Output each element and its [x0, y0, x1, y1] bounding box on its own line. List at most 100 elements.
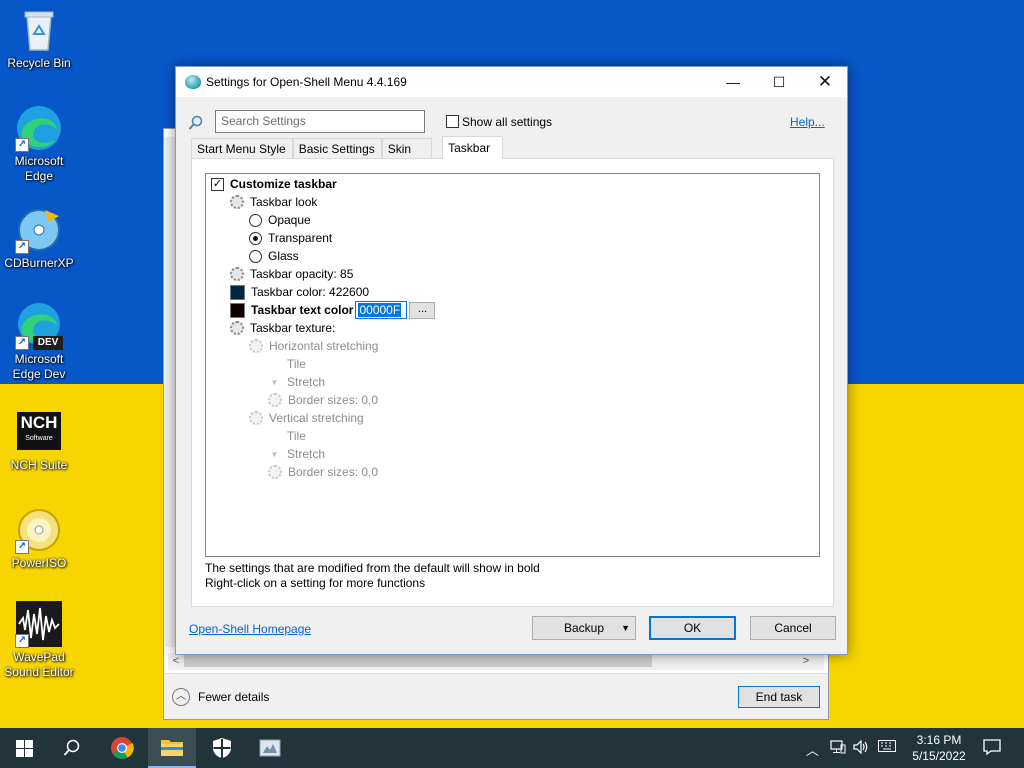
recycle-bin-icon — [15, 6, 63, 54]
desktop-icon-poweriso[interactable]: ↗ PowerISO — [0, 506, 78, 571]
search-input[interactable]: Search Settings — [215, 110, 425, 133]
show-all-settings-checkbox[interactable] — [446, 115, 459, 128]
desktop-icon-label: CDBurnerXP — [4, 256, 74, 270]
clock[interactable]: 3:16 PM 5/15/2022 — [900, 732, 978, 764]
fewer-details-button[interactable]: ︿ Fewer details — [172, 688, 269, 706]
clock-date: 5/15/2022 — [912, 749, 966, 763]
tree-item-customize-taskbar[interactable]: ✓ Customize taskbar — [211, 175, 337, 193]
tree-item-label: Glass — [268, 249, 299, 263]
end-task-button[interactable]: End task — [738, 686, 820, 708]
tree-item-label: Horizontal stretching — [269, 339, 379, 353]
dev-badge: DEV — [33, 336, 63, 350]
tree-item-label: Taskbar text color — [251, 303, 354, 317]
tree-item-h-stretch[interactable]: ▼ Stretch — [268, 373, 325, 391]
chrome-icon — [111, 737, 134, 759]
glass-radio[interactable] — [249, 249, 262, 263]
security-taskbar-button[interactable] — [198, 728, 246, 768]
search-taskbar-button[interactable] — [48, 728, 96, 768]
tree-item-opaque[interactable]: Opaque — [249, 211, 311, 229]
tree-item-label: Stretch — [287, 447, 326, 461]
network-icon[interactable] — [830, 740, 846, 757]
tree-item-h-border-sizes[interactable]: Border sizes: 0,0 — [268, 391, 378, 409]
cancel-button[interactable]: Cancel — [750, 616, 836, 640]
scroll-left-icon[interactable]: < — [168, 653, 184, 670]
minimize-button[interactable]: — — [710, 67, 756, 97]
gear-icon — [230, 267, 244, 281]
customize-taskbar-checkbox[interactable]: ✓ — [211, 177, 224, 191]
gear-icon — [249, 339, 263, 353]
notifications-icon[interactable] — [983, 738, 1001, 759]
file-explorer-taskbar-button[interactable] — [148, 728, 196, 768]
desktop-icon-edge[interactable]: ↗ Microsoft Edge — [0, 104, 78, 184]
scroll-right-icon[interactable]: > — [798, 653, 814, 670]
backup-button[interactable]: Backup ▼ — [532, 616, 636, 640]
tree-item-label: Taskbar color: 422600 — [251, 285, 370, 299]
text-color-input[interactable]: 00000F — [355, 301, 408, 319]
settings-app-taskbar-button[interactable] — [246, 728, 294, 768]
tree-item-horizontal-stretching[interactable]: Horizontal stretching — [249, 337, 378, 355]
desktop-icon-wavepad[interactable]: ↗ WavePad Sound Editor — [0, 600, 78, 680]
tree-item-glass[interactable]: Glass — [249, 247, 299, 265]
show-hidden-icons-button[interactable]: ︿ — [806, 740, 819, 759]
cdburnerxp-icon: ↗ — [15, 206, 63, 254]
chrome-taskbar-button[interactable] — [98, 728, 146, 768]
desktop-icon-nch-suite[interactable]: NCH Software NCH Suite — [0, 408, 78, 473]
settings-tree[interactable]: ✓ Customize taskbar Taskbar look Opaque … — [205, 173, 820, 557]
tree-item-v-border-sizes[interactable]: Border sizes: 0,0 — [268, 463, 378, 481]
help-link[interactable]: Help... — [790, 115, 825, 129]
color-swatch — [230, 284, 245, 300]
tab-basic-settings[interactable]: Basic Settings — [292, 138, 382, 159]
fewer-details-label: Fewer details — [198, 690, 270, 704]
gear-icon — [230, 195, 244, 209]
tree-item-label: Vertical stretching — [269, 411, 364, 425]
tab-skin[interactable]: Skin — [381, 138, 433, 159]
scrollbar-thumb[interactable] — [184, 655, 652, 667]
title-bar[interactable]: Settings for Open-Shell Menu 4.4.169 — ☐… — [176, 67, 847, 97]
desktop-icon-label: WavePad Sound Editor — [4, 650, 74, 679]
tree-item-v-tile[interactable]: Tile — [268, 427, 306, 445]
folder-icon — [161, 740, 183, 756]
tree-item-label: Tile — [287, 429, 306, 443]
gear-icon — [268, 465, 282, 479]
desktop-icon-label: Microsoft Edge Dev — [12, 352, 66, 381]
tab-taskbar[interactable]: Taskbar — [442, 136, 504, 159]
desktop-icon-cdburnerxp[interactable]: ↗ CDBurnerXP — [0, 206, 78, 271]
desktop-icon-edge-dev[interactable]: DEV ↗ Microsoft Edge Dev — [0, 302, 78, 382]
keyboard-icon[interactable] — [878, 740, 896, 755]
opaque-radio[interactable] — [249, 213, 262, 227]
gear-icon — [268, 393, 282, 407]
app-window-icon — [259, 739, 281, 757]
tree-item-label: Customize taskbar — [230, 177, 337, 191]
tree-item-h-tile[interactable]: Tile — [268, 355, 306, 373]
tree-item-transparent[interactable]: Transparent — [249, 229, 332, 247]
shortcut-arrow-icon: ↗ — [15, 634, 29, 648]
ok-button[interactable]: OK — [649, 616, 736, 640]
backup-label: Backup — [563, 621, 605, 635]
show-all-settings-label[interactable]: Show all settings — [462, 115, 552, 129]
tree-item-label: Tile — [287, 357, 306, 371]
tab-start-menu-style[interactable]: Start Menu Style — [191, 138, 293, 159]
close-button[interactable]: ✕ — [802, 67, 848, 97]
browse-color-button[interactable]: ... — [409, 301, 436, 319]
tree-item-label: Border sizes: 0,0 — [288, 393, 379, 407]
volume-icon[interactable] — [853, 739, 871, 757]
tree-item-taskbar-text-color[interactable]: Taskbar text color 00000F ... — [230, 301, 436, 319]
tree-item-taskbar-color[interactable]: Taskbar color: 422600 — [230, 283, 369, 301]
gear-icon — [230, 321, 244, 335]
desktop-icon-recycle-bin[interactable]: Recycle Bin — [0, 6, 78, 71]
tree-item-vertical-stretching[interactable]: Vertical stretching — [249, 409, 364, 427]
transparent-radio[interactable] — [249, 231, 262, 245]
tree-item-taskbar-opacity[interactable]: Taskbar opacity: 85 — [230, 265, 353, 283]
maximize-button[interactable]: ☐ — [756, 67, 802, 97]
open-shell-homepage-link[interactable]: Open-Shell Homepage — [189, 622, 311, 636]
horizontal-scrollbar[interactable]: < > — [168, 653, 824, 670]
windows-logo-icon — [15, 739, 33, 757]
tree-item-v-stretch[interactable]: ▼ Stretch — [268, 445, 325, 463]
tree-item-label: Transparent — [268, 231, 333, 245]
settings-dialog: Settings for Open-Shell Menu 4.4.169 — ☐… — [175, 66, 848, 655]
start-button[interactable] — [0, 728, 48, 768]
chevron-up-icon: ︿ — [172, 688, 190, 706]
tree-item-label: Taskbar texture: — [250, 321, 336, 335]
tree-item-taskbar-texture[interactable]: Taskbar texture: — [230, 319, 335, 337]
tree-item-taskbar-look[interactable]: Taskbar look — [230, 193, 317, 211]
